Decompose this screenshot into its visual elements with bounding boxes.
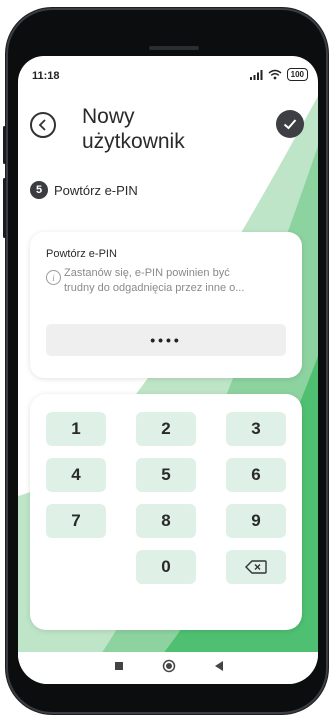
pin-hint-line1: Zastanów się, e-PIN powinien być: [64, 267, 230, 279]
key-3[interactable]: 3: [226, 412, 286, 446]
page-title-line1: Nowy: [82, 105, 135, 128]
signal-icon: [249, 69, 263, 80]
key-8[interactable]: 8: [136, 504, 196, 538]
key-6[interactable]: 6: [226, 458, 286, 492]
check-icon: [283, 119, 297, 130]
back-button[interactable]: [30, 112, 56, 138]
system-nav-bar: [18, 652, 318, 684]
back-nav-icon[interactable]: [214, 661, 224, 671]
pin-card: Powtórz e-PIN i Zastanów się, e-PIN powi…: [30, 232, 302, 378]
power-button: [3, 126, 6, 164]
earpiece-speaker: [149, 46, 199, 50]
key-2[interactable]: 2: [136, 412, 196, 446]
backspace-icon: [245, 560, 267, 574]
confirm-button[interactable]: [276, 110, 304, 138]
app-screen: 11:18 100 Nowy użytkownik 5 Powtórz e-PI…: [18, 56, 318, 684]
wifi-icon: [268, 69, 282, 80]
info-icon: i: [46, 270, 61, 285]
key-5[interactable]: 5: [136, 458, 196, 492]
key-4[interactable]: 4: [46, 458, 106, 492]
page-title: Nowy użytkownik: [82, 104, 252, 154]
backspace-key[interactable]: [226, 550, 286, 584]
home-icon[interactable]: [162, 659, 176, 673]
recent-apps-icon[interactable]: [114, 661, 124, 671]
step-label: Powtórz e-PIN: [54, 182, 138, 198]
page-title-line2: użytkownik: [82, 130, 185, 153]
key-7[interactable]: 7: [46, 504, 106, 538]
battery-icon: 100: [286, 68, 308, 81]
step-number: 5: [30, 181, 48, 199]
step-indicator: 5 Powtórz e-PIN: [30, 181, 138, 199]
chevron-left-icon: [38, 119, 46, 131]
numeric-keypad: 1 2 3 4 5 6 7 8 9 0: [30, 394, 302, 630]
volume-button: [3, 178, 6, 238]
status-time: 11:18: [32, 70, 60, 82]
pin-card-title: Powtórz e-PIN: [46, 248, 117, 260]
key-9[interactable]: 9: [226, 504, 286, 538]
pin-input[interactable]: ••••: [46, 324, 286, 356]
pin-hint: Zastanów się, e-PIN powinien być trudny …: [64, 266, 294, 296]
status-bar: 11:18 100: [18, 56, 318, 96]
key-1[interactable]: 1: [46, 412, 106, 446]
pin-hint-line2: trudny do odgadnięcia przez inne o...: [64, 282, 245, 294]
key-0[interactable]: 0: [136, 550, 196, 584]
status-icons: 100: [249, 68, 308, 81]
